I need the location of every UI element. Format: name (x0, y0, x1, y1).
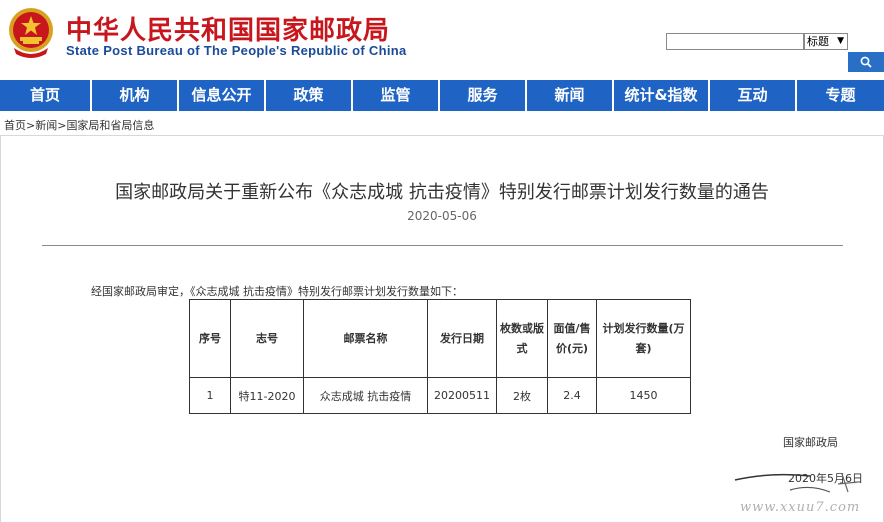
nav-item-services[interactable]: 服务 (440, 80, 527, 111)
search-input[interactable] (666, 33, 804, 50)
table-header-cell: 序号 (189, 299, 231, 378)
search-icon (860, 56, 872, 68)
nav-item-disclosure[interactable]: 信息公开 (179, 80, 266, 111)
stamp-table: 序号 志号 邮票名称 发行日期 枚数或版式 面值/售价(元) 计划发行数量(万套… (189, 299, 691, 414)
search-button[interactable] (848, 52, 884, 72)
table-cell: 1 (189, 377, 231, 414)
search-field-selected: 标题 (807, 35, 829, 48)
search-field-select[interactable]: 标题 ▼ (804, 33, 848, 50)
nav-item-policy[interactable]: 政策 (266, 80, 353, 111)
table-header-cell: 面值/售价(元) (547, 299, 597, 378)
article-signer: 国家邮政局 (783, 436, 838, 449)
title-divider (42, 245, 843, 246)
table-cell: 众志成城 抗击疫情 (303, 377, 428, 414)
table-cell: 特11-2020 (230, 377, 304, 414)
nav-item-statistics[interactable]: 统计&指数 (614, 80, 710, 111)
table-header-cell: 发行日期 (427, 299, 497, 378)
table-cell: 20200511 (427, 377, 497, 414)
breadcrumb-separator: > (26, 119, 36, 132)
article-title: 国家邮政局关于重新公布《众志成城 抗击疫情》特别发行邮票计划发行数量的通告 (115, 182, 769, 203)
nav-item-supervision[interactable]: 监管 (353, 80, 440, 111)
table-header-cell: 志号 (230, 299, 304, 378)
table-header-cell: 枚数或版式 (496, 299, 548, 378)
national-emblem-icon (9, 8, 53, 58)
article-intro: 经国家邮政局审定，《众志成城 抗击疫情》特别发行邮票计划发行数量如下： (91, 285, 463, 298)
nav-item-interaction[interactable]: 互动 (710, 80, 797, 111)
article-date: 2020-05-06 (407, 209, 477, 223)
watermark-text: www.xxuu7.com (740, 500, 861, 515)
table-cell: 2.4 (547, 377, 597, 414)
table-cell: 2枚 (496, 377, 548, 414)
site-title-cn: 中华人民共和国国家邮政局 (66, 16, 391, 46)
table-header-cell: 邮票名称 (303, 299, 428, 378)
main-nav: 首页 机构 信息公开 政策 监管 服务 新闻 统计&指数 互动 专题 (0, 80, 884, 111)
breadcrumb-item-home[interactable]: 首页 (4, 119, 26, 132)
breadcrumb: 首页>新闻>国家局和省局信息 (4, 117, 154, 133)
site-title-en: State Post Bureau of The People's Republ… (66, 43, 407, 58)
nav-item-topics[interactable]: 专题 (797, 80, 884, 111)
nav-item-home[interactable]: 首页 (0, 80, 92, 111)
chevron-down-icon: ▼ (837, 36, 844, 46)
breadcrumb-item-bureau-info[interactable]: 国家局和省局信息 (66, 119, 154, 132)
nav-item-news[interactable]: 新闻 (527, 80, 614, 111)
table-row: 1 特11-2020 众志成城 抗击疫情 20200511 2枚 2.4 145… (189, 377, 691, 414)
breadcrumb-item-news[interactable]: 新闻 (35, 119, 57, 132)
table-cell: 1450 (596, 377, 691, 414)
table-header-row: 序号 志号 邮票名称 发行日期 枚数或版式 面值/售价(元) 计划发行数量(万套… (189, 299, 691, 378)
nav-item-organization[interactable]: 机构 (92, 80, 179, 111)
site-header: 中华人民共和国国家邮政局 State Post Bureau of The Pe… (0, 0, 884, 78)
table-header-cell: 计划发行数量(万套) (596, 299, 691, 378)
